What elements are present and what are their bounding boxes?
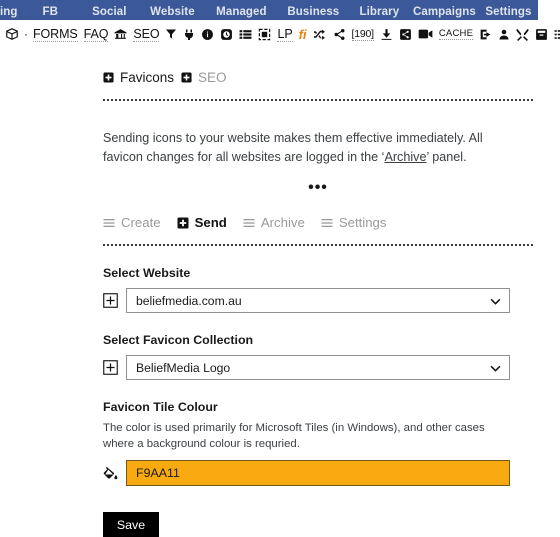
ellipsis-separator: ••• [308, 179, 328, 196]
nav-item-marketing[interactable]: ing [0, 6, 22, 20]
tab-settings[interactable]: Settings [321, 215, 387, 230]
filter-icon[interactable] [162, 23, 180, 45]
tile-colour-input[interactable]: F9AA11 [126, 460, 510, 486]
header-tab-favicons-label: Favicons [120, 70, 175, 85]
select-website-value: beliefmedia.com.au [136, 293, 242, 308]
intro-text-after: panel. [428, 150, 467, 164]
favicons-pane: Favicons SEO Sending icons to your websi… [0, 46, 560, 537]
nav-item-business[interactable]: Business [278, 6, 349, 20]
video-icon[interactable] [415, 23, 436, 45]
plus-square-icon [103, 72, 114, 83]
clock-icon[interactable] [217, 23, 236, 45]
label-select-website: Select Website [103, 266, 191, 280]
header-tab-seo-label: SEO [198, 70, 227, 85]
share-icon[interactable] [330, 23, 349, 45]
top-navigation-bar: ing FB Social Website Managed Business L… [0, 0, 538, 20]
forms-link[interactable]: FORMS [30, 23, 81, 45]
header-tab-seo[interactable]: SEO [181, 70, 227, 85]
lp-link[interactable]: LP [274, 23, 295, 45]
info-icon[interactable] [198, 23, 217, 45]
row-select-website: beliefmedia.com.au [103, 288, 536, 313]
nav-item-website[interactable]: Website [140, 6, 205, 20]
plus-square-icon [177, 217, 189, 228]
import-icon[interactable] [476, 23, 495, 45]
share-alt-icon[interactable] [396, 23, 415, 45]
shuffle-icon[interactable] [310, 23, 330, 45]
field-tile-colour: Favicon Tile Colour The color is used pr… [103, 400, 536, 486]
save-button[interactable]: Save [103, 512, 159, 537]
select-collection-value: BeliefMedia Logo [136, 360, 231, 375]
label-tile-colour: Favicon Tile Colour [103, 400, 218, 414]
nav-item-campaigns[interactable]: Campaigns [410, 6, 479, 20]
tab-send[interactable]: Send [177, 215, 227, 230]
plus-square-outline-icon[interactable] [103, 293, 118, 308]
plug-icon[interactable] [180, 23, 198, 45]
nav-item-social[interactable]: Social [79, 6, 140, 20]
nav-item-fb[interactable]: FB [22, 6, 79, 20]
help-tile-colour: The color is used primarily for Microsof… [103, 422, 485, 450]
box-icon[interactable] [2, 23, 22, 45]
nav-item-library[interactable]: Library [349, 6, 410, 20]
row-tile-colour: F9AA11 [103, 460, 536, 486]
select-favicon-collection[interactable]: BeliefMedia Logo [126, 355, 510, 380]
dot-separator: · [24, 27, 28, 41]
label-select-collection: Select Favicon Collection [103, 333, 254, 347]
tab-send-label: Send [194, 215, 227, 230]
crop-icon[interactable] [255, 23, 274, 45]
tab-row: Create Send Archive Settings [103, 215, 536, 230]
archive-link[interactable]: Archive [384, 150, 426, 164]
list-icon[interactable] [236, 23, 255, 45]
intro-paragraph: Sending icons to your website makes them… [103, 129, 523, 167]
bullet-list-icon[interactable] [551, 23, 560, 45]
bars-icon [243, 218, 255, 227]
tab-archive-label: Archive [260, 215, 305, 230]
seo-link[interactable]: SEO [130, 23, 162, 45]
tab-create-label: Create [121, 215, 161, 230]
section-header-row: Favicons SEO [103, 46, 536, 85]
chevron-down-icon [490, 294, 501, 308]
plus-square-outline-icon[interactable] [103, 360, 118, 375]
field-select-collection: Select Favicon Collection BeliefMedia Lo… [103, 333, 536, 380]
count-badge[interactable]: [190] [349, 23, 377, 45]
tab-archive[interactable]: Archive [243, 215, 305, 230]
icon-toolbar: · FORMS FAQ SEO LP fi [190] CACHE [0, 22, 560, 46]
chevron-down-icon [490, 361, 501, 375]
nav-item-managed[interactable]: Managed [205, 6, 278, 20]
tools-icon[interactable] [513, 23, 532, 45]
field-select-website: Select Website beliefmedia.com.au [103, 266, 536, 313]
plus-square-icon [181, 72, 192, 83]
bank-icon[interactable] [111, 23, 130, 45]
cache-link[interactable]: CACHE [436, 23, 476, 45]
user-icon[interactable] [495, 23, 513, 45]
main-content: Favicons SEO Sending icons to your websi… [0, 46, 560, 537]
divider-top [103, 99, 533, 101]
tab-create[interactable]: Create [103, 215, 161, 230]
archive-icon[interactable] [532, 23, 551, 45]
tile-colour-value: F9AA11 [136, 466, 180, 480]
download-icon[interactable] [377, 23, 396, 45]
header-tab-favicons[interactable]: Favicons [103, 70, 174, 85]
row-select-collection: BeliefMedia Logo [103, 355, 536, 380]
bars-icon [321, 218, 333, 227]
bars-icon [103, 218, 115, 227]
faq-link[interactable]: FAQ [81, 23, 112, 45]
divider-tabs [103, 244, 533, 246]
fi-link[interactable]: fi [296, 23, 310, 45]
fill-drip-icon[interactable] [103, 466, 118, 481]
select-website[interactable]: beliefmedia.com.au [126, 288, 510, 313]
tab-settings-label: Settings [338, 215, 387, 230]
nav-item-settings[interactable]: Settings [479, 6, 538, 20]
